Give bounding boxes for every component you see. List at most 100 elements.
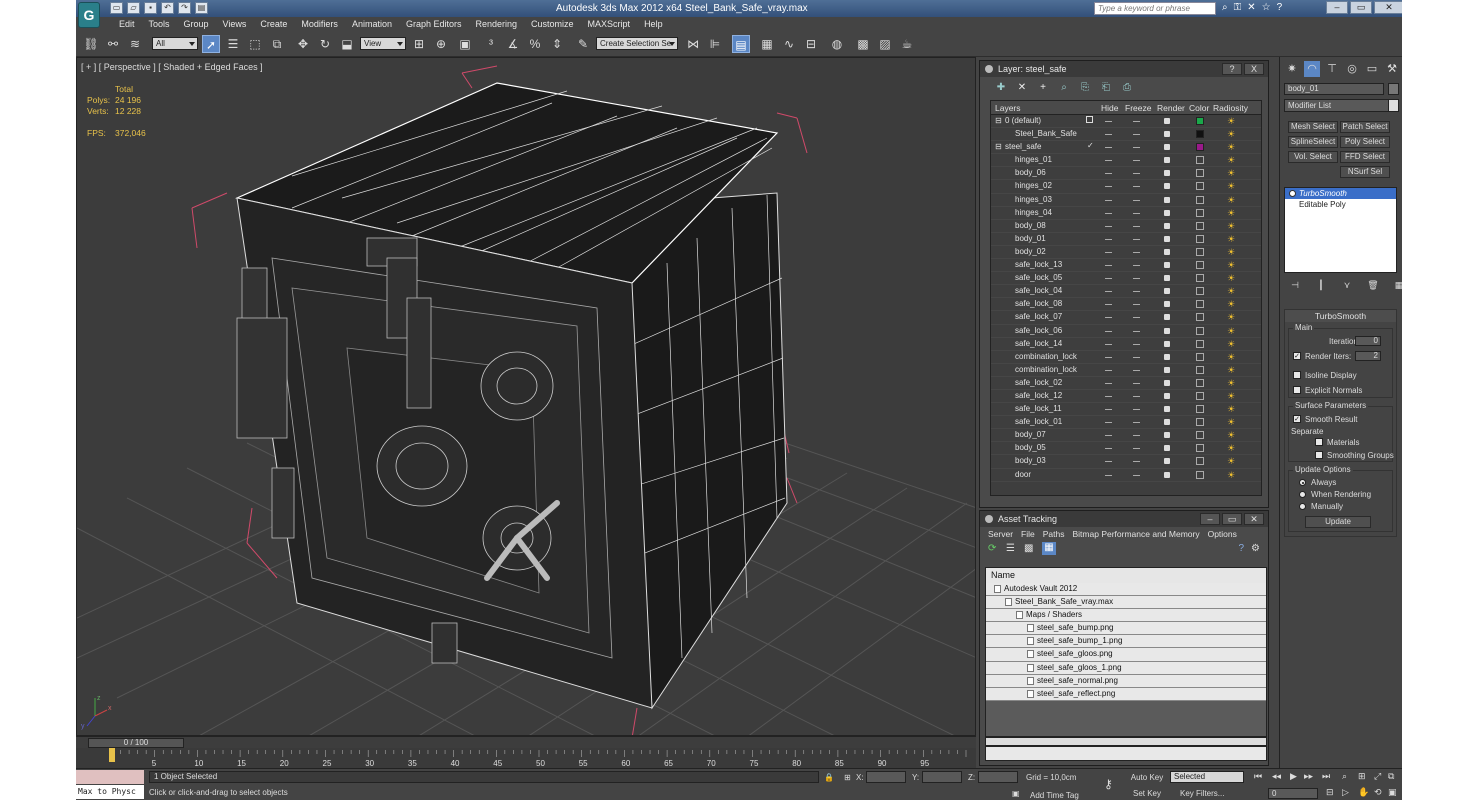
perspective-viewport[interactable]: [ + ] [ Perspective ] [ Shaded + Edged F… (76, 57, 976, 736)
menu-animation[interactable]: Animation (345, 17, 399, 31)
radiosity-sun-icon[interactable]: ☀ (1227, 221, 1237, 231)
render-teapot-icon[interactable] (1164, 406, 1170, 413)
col-layers[interactable]: Layers (995, 103, 1021, 113)
radiosity-sun-icon[interactable]: ☀ (1227, 326, 1237, 336)
render-teapot-icon[interactable] (1164, 471, 1170, 478)
hide-toggle[interactable] (1105, 448, 1112, 450)
layer-color-swatch[interactable] (1196, 117, 1204, 125)
render-teapot-icon[interactable] (1164, 340, 1170, 347)
layer-name[interactable]: body_06 (1015, 168, 1046, 177)
layer-name[interactable]: safe_lock_02 (1015, 378, 1062, 387)
unlink-icon[interactable]: ⚯ (104, 35, 122, 53)
set-key-button[interactable]: Set Key (1128, 788, 1166, 800)
layer-color-swatch[interactable] (1196, 182, 1204, 191)
layer-row[interactable]: safe_lock_04 ☀ (991, 285, 1261, 299)
hide-toggle[interactable] (1105, 422, 1112, 424)
maximize-button[interactable]: ▭ (1350, 1, 1372, 14)
motion-tab-icon[interactable]: ◎ (1344, 61, 1360, 77)
layer-color-swatch[interactable] (1196, 444, 1204, 453)
render-teapot-icon[interactable] (1164, 144, 1170, 151)
layer-row[interactable]: body_02 ☀ (991, 246, 1261, 260)
layer-color-swatch[interactable] (1196, 208, 1204, 217)
absolute-mode-icon[interactable]: ⊞ (844, 773, 851, 782)
layer-row[interactable]: Steel_Bank_Safe ☀ (991, 128, 1261, 142)
layer-row[interactable]: safe_lock_06 ☀ (991, 325, 1261, 338)
hide-toggle[interactable] (1105, 356, 1112, 358)
layer-row[interactable]: hinges_04 ☀ (991, 207, 1261, 220)
layer-row[interactable]: steel_safe ✓ ☀ ⊟ (991, 141, 1261, 155)
hide-toggle[interactable] (1105, 225, 1112, 227)
layer-name[interactable]: body_07 (1015, 430, 1046, 439)
freeze-toggle[interactable] (1133, 461, 1140, 463)
hide-toggle[interactable] (1105, 278, 1112, 280)
freeze-toggle[interactable] (1133, 474, 1140, 476)
asset-row[interactable]: Maps / Shaders (986, 609, 1266, 623)
select-rotate-icon[interactable]: ↻ (316, 35, 334, 53)
layer-color-swatch[interactable] (1196, 378, 1204, 387)
radiosity-sun-icon[interactable]: ☀ (1227, 117, 1237, 126)
hide-all-layers-icon[interactable]: ⎗ (1099, 81, 1113, 95)
render-teapot-icon[interactable] (1164, 458, 1170, 465)
radiosity-sun-icon[interactable]: ☀ (1227, 444, 1237, 453)
layer-row[interactable]: safe_lock_13 ☀ (991, 259, 1261, 273)
layer-row[interactable]: combination_lock ☀ (991, 351, 1261, 364)
render-teapot-icon[interactable] (1164, 118, 1170, 124)
radiosity-sun-icon[interactable]: ☀ (1227, 208, 1237, 218)
layer-color-swatch[interactable] (1196, 457, 1204, 466)
asset-row[interactable]: steel_safe_normal.png (986, 674, 1266, 688)
menu-modifiers[interactable]: Modifiers (294, 17, 345, 31)
rectangle-selection-icon[interactable]: ⬚ (246, 35, 264, 53)
curve-editor-icon[interactable]: ∿ (780, 35, 798, 53)
menu-maxscript[interactable]: MAXScript (581, 17, 638, 31)
freeze-toggle[interactable] (1133, 448, 1140, 450)
select-by-name-icon[interactable]: ☰ (224, 35, 242, 53)
layer-name[interactable]: safe_lock_07 (1015, 312, 1062, 321)
asset-row[interactable]: steel_safe_gloos_1.png (986, 661, 1266, 675)
freeze-toggle[interactable] (1133, 251, 1140, 253)
layer-row[interactable]: body_07 ☀ (991, 429, 1261, 443)
layer-name[interactable]: combination_lock (1015, 352, 1077, 361)
freeze-toggle[interactable] (1133, 173, 1140, 175)
create-tab-icon[interactable]: ✷ (1284, 61, 1300, 77)
chevron-down-icon[interactable] (1388, 99, 1399, 112)
hide-toggle[interactable] (1105, 121, 1112, 122)
stack-item-editable-poly[interactable]: Editable Poly (1285, 199, 1396, 210)
menu-help[interactable]: Help (637, 17, 670, 31)
always-radio[interactable] (1299, 479, 1306, 486)
isoline-checkbox[interactable] (1293, 371, 1301, 379)
pivot-center-icon[interactable]: ⊞ (410, 35, 428, 53)
hide-toggle[interactable] (1105, 212, 1112, 214)
render-teapot-icon[interactable] (1164, 183, 1170, 190)
freeze-toggle[interactable] (1133, 343, 1140, 345)
freeze-toggle[interactable] (1133, 134, 1140, 136)
thumbnail-view-icon[interactable]: ▩ (1024, 543, 1033, 554)
render-teapot-icon[interactable] (1164, 170, 1170, 177)
radiosity-sun-icon[interactable]: ☀ (1227, 130, 1237, 139)
render-teapot-icon[interactable] (1164, 392, 1170, 399)
when-rendering-radio[interactable] (1299, 491, 1306, 498)
add-time-tag[interactable]: Add Time Tag (1030, 791, 1079, 800)
asset-col-name[interactable]: Name (986, 568, 1266, 583)
freeze-toggle[interactable] (1133, 147, 1140, 149)
maxscript-listener-top[interactable] (76, 770, 144, 784)
layer-color-swatch[interactable] (1196, 418, 1204, 427)
rendered-frame-icon[interactable]: ▨ (876, 35, 894, 53)
zoom-all-icon[interactable]: ⊞ (1358, 771, 1366, 782)
object-name-field[interactable]: body_01 (1284, 83, 1384, 95)
col-radiosity[interactable]: Radiosity (1213, 103, 1248, 113)
hide-toggle[interactable] (1105, 474, 1112, 476)
asset-menu-bitmap[interactable]: Bitmap Performance and Memory (1069, 527, 1204, 541)
layer-row[interactable]: combination_lock ☀ (991, 364, 1261, 377)
layer-row[interactable]: safe_lock_08 ☀ (991, 298, 1261, 312)
star-icon[interactable]: ☆ (1262, 2, 1271, 13)
current-frame-marker[interactable] (109, 748, 115, 762)
open-file-icon[interactable]: ▱ (127, 2, 140, 14)
layer-color-swatch[interactable] (1196, 391, 1204, 400)
lock-selection-icon[interactable]: 🔒 (824, 773, 834, 782)
new-file-icon[interactable]: ▭ (110, 2, 123, 14)
keyboard-shortcut-icon[interactable]: ▣ (456, 35, 474, 53)
select-highlighted-icon[interactable]: ⌕ (1057, 81, 1071, 95)
key-mode-dropdown[interactable]: Selected (1170, 771, 1244, 783)
radiosity-sun-icon[interactable]: ☀ (1227, 378, 1237, 388)
menu-customize[interactable]: Customize (524, 17, 581, 31)
